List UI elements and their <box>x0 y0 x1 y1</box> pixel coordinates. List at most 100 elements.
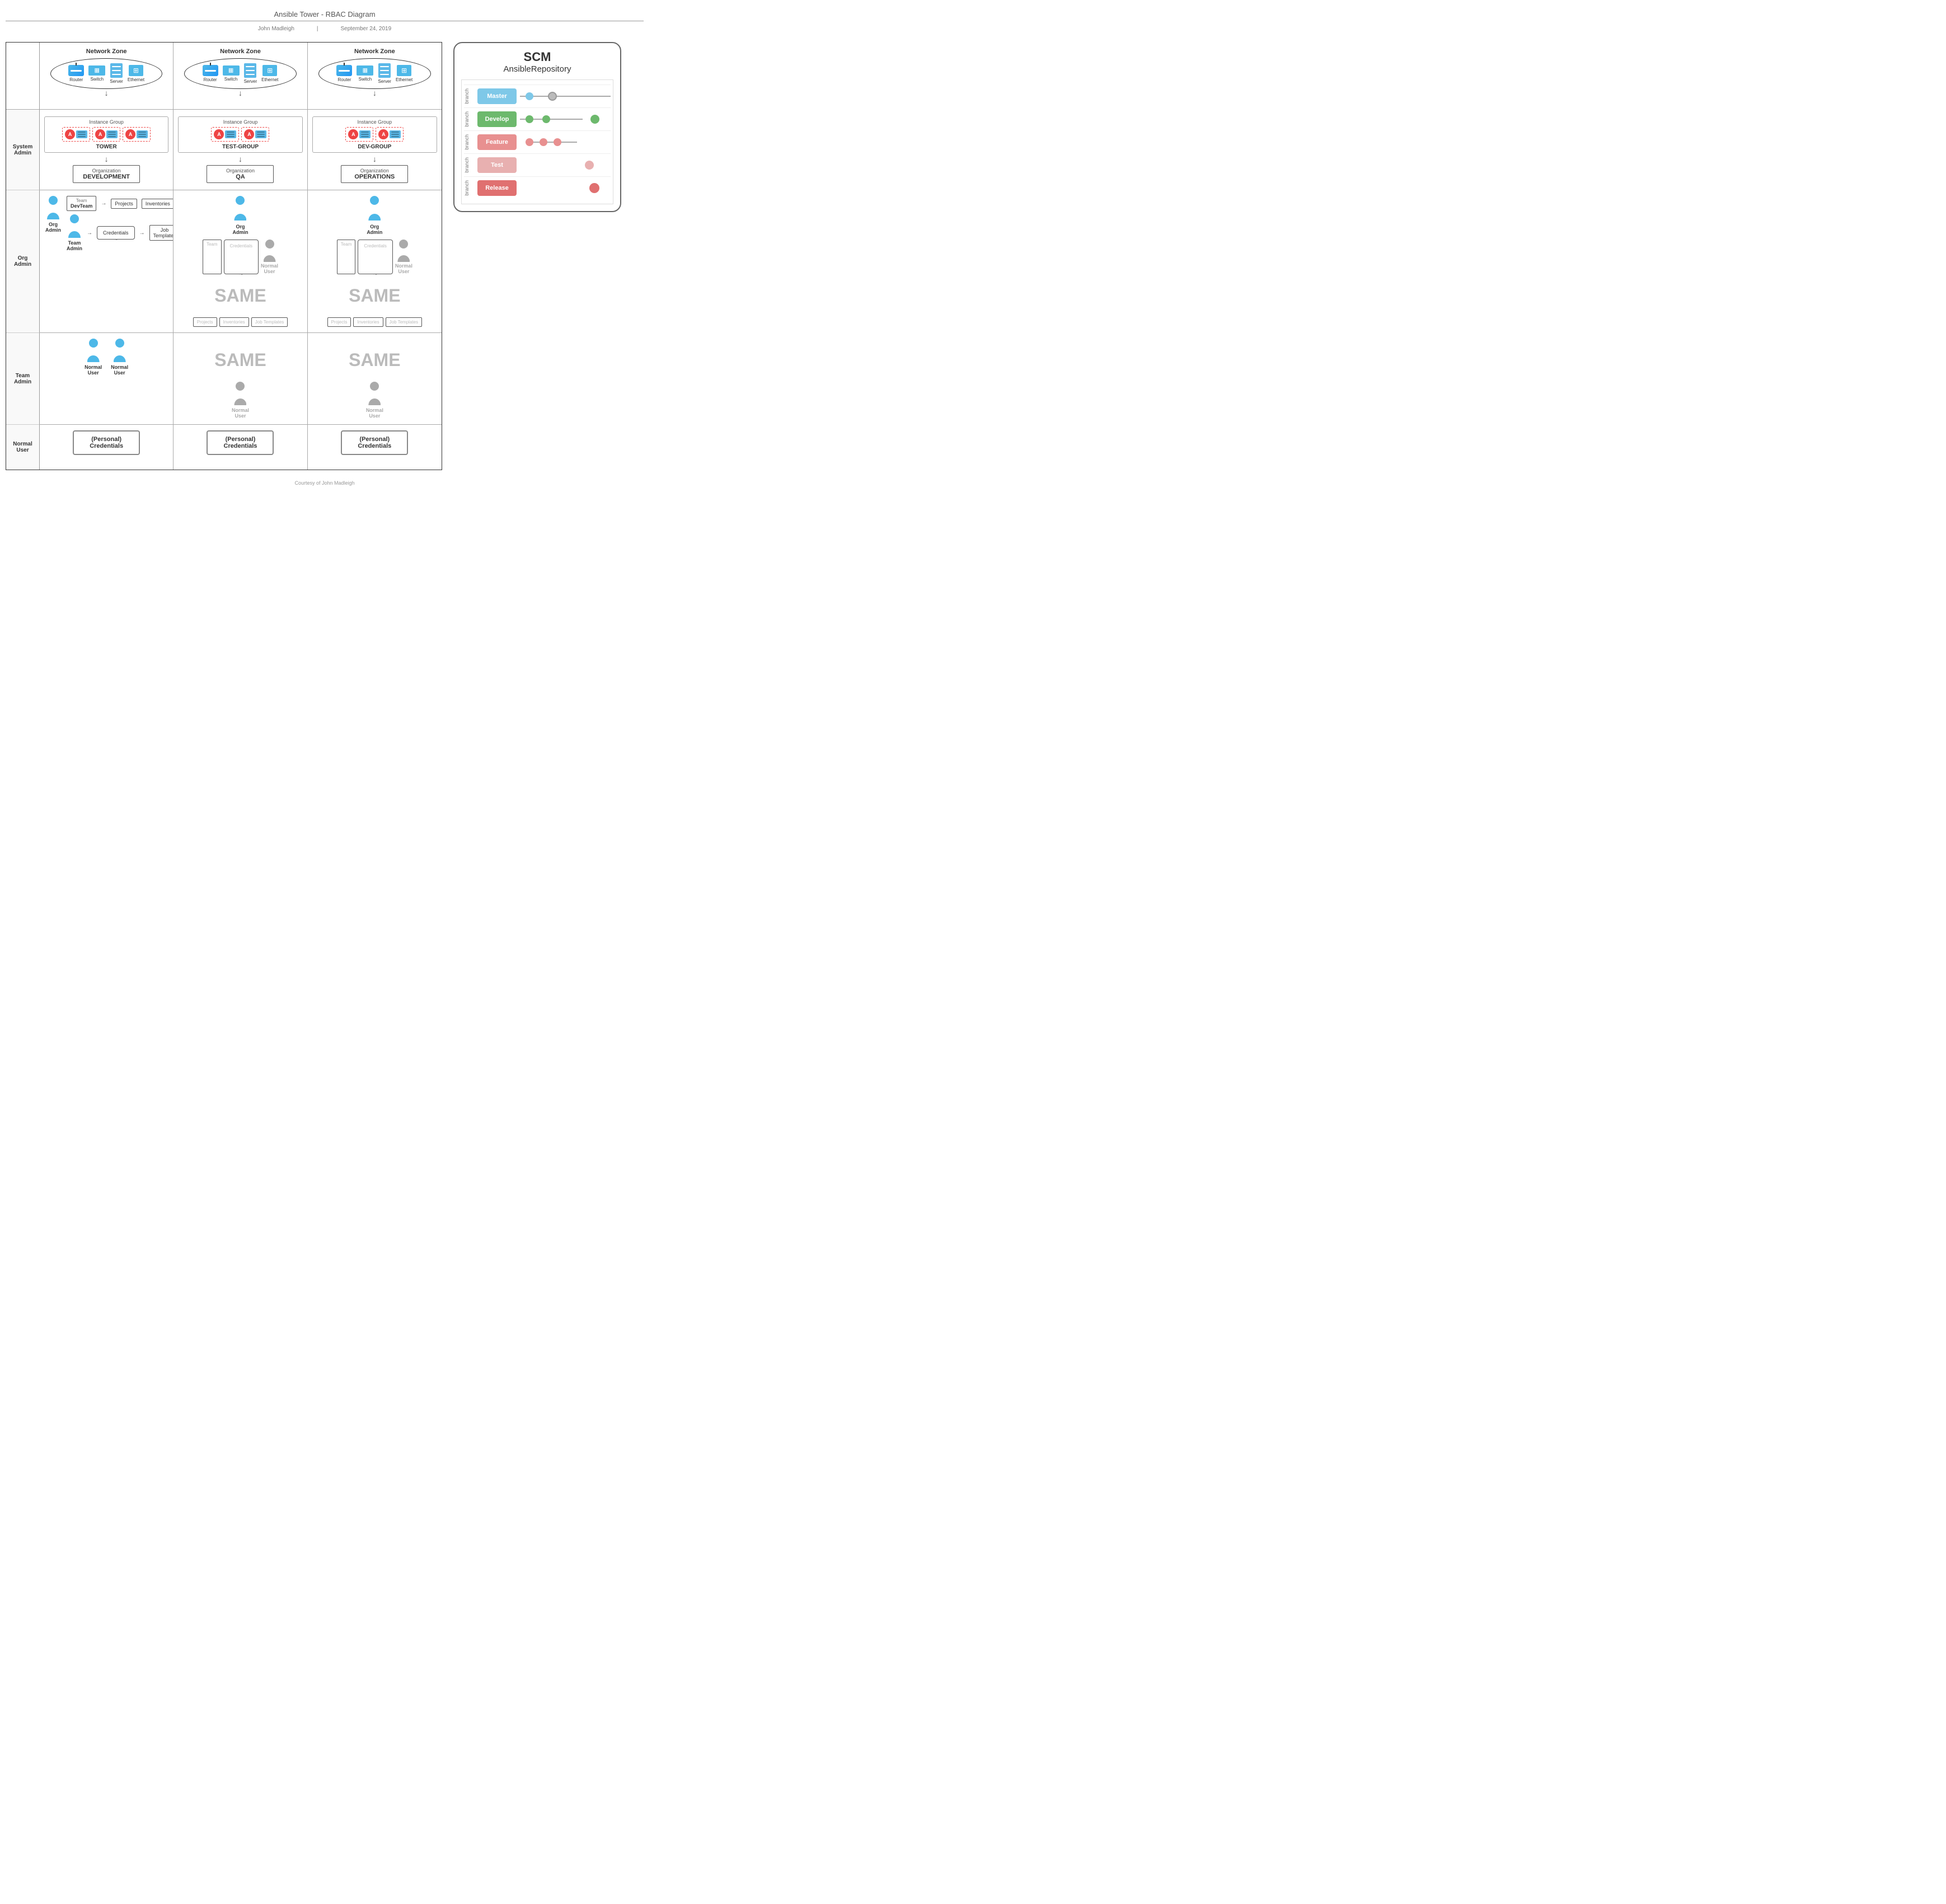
scm-panel: SCM AnsibleRepository branch Master bran… <box>453 42 621 212</box>
org-admin-head-dev <box>49 196 58 205</box>
router-icon-ops <box>336 65 352 76</box>
org-box-ops: Organization OPERATIONS <box>341 165 408 183</box>
cell-sysadmin-ops: Instance Group A A <box>308 110 442 190</box>
tower-icon-2: A <box>95 129 105 139</box>
row-label-network <box>6 43 40 110</box>
tower-node-ops-2: A <box>376 127 404 142</box>
ops-flow-items: Team Credentials NormalUser <box>313 240 436 274</box>
org-admin-body-ops <box>368 207 381 221</box>
rbac-diagram: Network Zone Router Switch Server <box>6 42 442 470</box>
personal-cred-qa: (Personal) Credentials <box>207 430 274 455</box>
qa-normal-user-1: NormalUser <box>261 240 278 274</box>
tower-rack-1 <box>76 130 87 138</box>
org-admin-body-qa <box>234 207 246 221</box>
tower-icon-ops-2: A <box>378 129 388 139</box>
arrow-ig-qa: ↓ <box>178 155 302 163</box>
ops-orgadmin-section: OrgAdmin <box>313 196 436 235</box>
arrow-dev-net: ↓ <box>44 89 168 97</box>
scm-repo-title: AnsibleRepository <box>461 64 613 74</box>
ops-team-box: Team <box>337 240 356 274</box>
separator: | <box>317 26 318 32</box>
org-box-qa: Organization QA <box>207 165 274 183</box>
cell-sysadmin-dev: Instance Group A A <box>40 110 174 190</box>
qa-normal-user-ta: NormalUser <box>179 382 301 419</box>
cred-row: TeamAdmin → Credentials → Job Templates <box>67 214 174 251</box>
dev-personal-cred: (Personal) Credentials <box>45 430 167 455</box>
projects-box: Projects <box>111 199 137 209</box>
branch-commits-develop <box>520 111 611 127</box>
instance-group-dev: Instance Group A A <box>44 116 168 153</box>
cell-orgadmin-qa: OrgAdmin Team Credentials NormalUser SAM… <box>174 190 307 333</box>
tower-icon-qa-1: A <box>214 129 224 139</box>
device-switch-qa: Switch <box>223 65 240 82</box>
branch-row-feature: branch Feature <box>464 130 611 153</box>
org-label-qa: Organization <box>212 168 269 173</box>
device-ethernet-ops: Ethernet <box>396 65 412 82</box>
main-container: Network Zone Router Switch Server <box>6 36 644 476</box>
instance-group-qa: Instance Group A A <box>178 116 302 153</box>
tower-node-qa-2: A <box>241 127 269 142</box>
rbac-grid: Network Zone Router Switch Server <box>6 43 442 470</box>
row-label-normaluser: Normal User <box>6 425 40 470</box>
credentials-box-dev: Credentials <box>97 226 135 240</box>
device-server-dev: Server <box>110 63 123 84</box>
ig-name-test: TEST-GROUP <box>181 144 299 150</box>
normal-user-dev-1: NormalUser <box>85 339 102 376</box>
branch-label-release: branch <box>464 180 474 196</box>
arrow-ig-ops: ↓ <box>312 155 437 163</box>
ops-normal-user-ta: NormalUser <box>313 382 436 419</box>
org-admin-body-dev <box>47 206 59 219</box>
tower-node-qa-1: A <box>211 127 239 142</box>
network-zone-dev: Network Zone Router Switch Server <box>40 43 174 110</box>
author: John Madleigh <box>258 26 294 32</box>
network-oval-ops: Router Switch Server Ethernet <box>318 58 431 89</box>
branch-commits-test <box>520 157 611 173</box>
tower-icon-3: A <box>125 129 135 139</box>
job-templates-box-dev: Job Templates <box>149 225 174 241</box>
device-server-qa: Server <box>244 63 257 84</box>
ops-proj: Projects <box>327 317 351 327</box>
device-ethernet-dev: Ethernet <box>128 65 144 82</box>
commit-develop-1 <box>526 115 533 123</box>
ig-name-dev: DEV-GROUP <box>315 144 434 150</box>
branch-name-release: Release <box>477 180 517 196</box>
qa-jt: Job Templates <box>251 317 288 327</box>
network-zone-header-qa: Network Zone <box>178 48 302 55</box>
branch-row-test: branch Test <box>464 153 611 176</box>
tower-node-2: A <box>92 127 120 142</box>
commit-feature-1 <box>526 138 533 146</box>
switch-icon <box>88 65 105 76</box>
branch-name-test: Test <box>477 157 517 173</box>
network-oval-qa: Router Switch Server Ethernet <box>184 58 296 89</box>
arrow-qa-net: ↓ <box>178 89 302 97</box>
commit-test-1 <box>585 161 594 170</box>
branch-row-release: branch Release <box>464 176 611 199</box>
tower-icon-ops-1: A <box>348 129 358 139</box>
org-admin-label-ops: OrgAdmin <box>367 224 382 235</box>
branch-label-test: branch <box>464 157 474 173</box>
tower-rack-ops-2 <box>390 130 401 138</box>
tower-node-3: A <box>123 127 151 142</box>
tower-node-ops-1: A <box>345 127 373 142</box>
ig-label-dev: Instance Group <box>47 119 166 125</box>
instance-nodes-ops: A A <box>315 127 434 142</box>
normal-user-dev-2: NormalUser <box>111 339 128 376</box>
cell-teamadmin-dev: NormalUser NormalUser <box>40 333 174 425</box>
org-box-dev: Organization DEVELOPMENT <box>73 165 140 183</box>
same-qa-teamadmin: SAME <box>179 339 301 382</box>
scm-branches-container: branch Master branch Develop <box>461 79 613 204</box>
row-label-sysadmin: System Admin <box>6 110 40 190</box>
team-row: Team DevTeam → Projects Inventories <box>67 196 174 211</box>
network-zone-ops: Network Zone Router Switch Server <box>308 43 442 110</box>
same-ops-teamadmin: SAME <box>313 339 436 382</box>
arrow-ops-net: ↓ <box>312 89 437 97</box>
branch-commits-release <box>520 180 611 196</box>
dev-normal-users: NormalUser NormalUser <box>45 339 167 376</box>
device-ethernet-qa: Ethernet <box>261 65 278 82</box>
page-meta: John Madleigh | September 24, 2019 <box>6 24 644 36</box>
org-admin-head-qa <box>236 196 245 205</box>
org-label-ops: Organization <box>346 168 403 173</box>
ops-personal-cred: (Personal) Credentials <box>313 430 436 455</box>
device-switch-dev: Switch <box>88 65 105 82</box>
device-router-dev: Router <box>68 65 84 82</box>
